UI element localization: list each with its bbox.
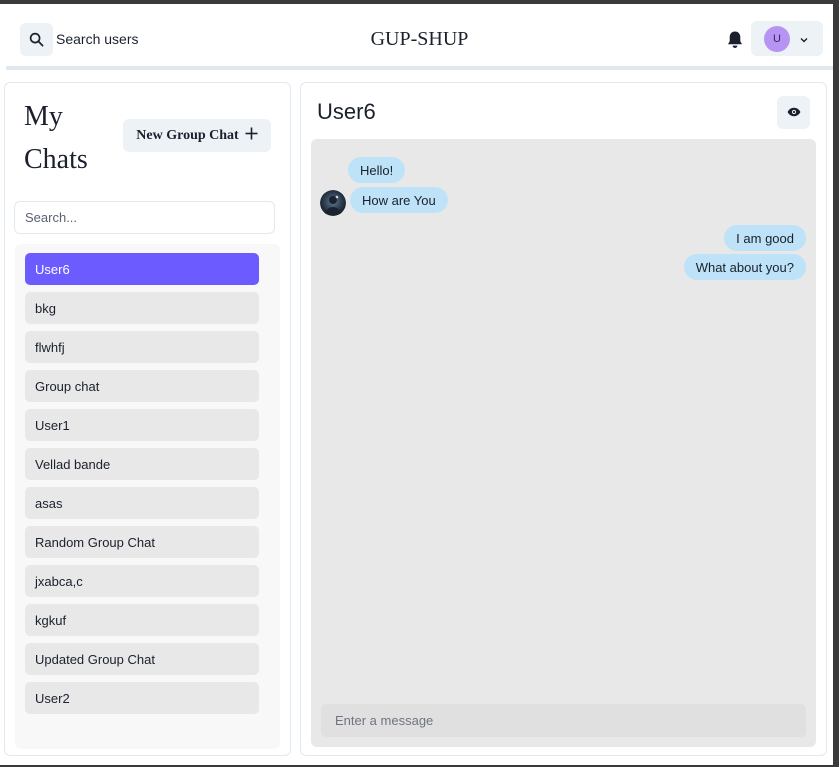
new-group-chat-button[interactable]: New Group Chat (123, 119, 271, 152)
chat-list-item-label: flwhfj (35, 339, 65, 355)
chat-list-item-label: User6 (35, 261, 70, 277)
chat-list-item-label: Random Group Chat (35, 534, 155, 550)
chat-list-item-label: asas (35, 495, 63, 511)
search-chats-input[interactable] (14, 201, 275, 234)
chat-list-item[interactable]: User1 (25, 409, 259, 441)
my-chats-panel: My Chats New Group Chat User6 bkg flwhfj… (4, 82, 291, 756)
view-profile-button[interactable] (777, 96, 810, 129)
chat-list-item[interactable]: Random Group Chat (25, 526, 259, 558)
my-chats-heading-line2: Chats (24, 144, 88, 175)
profile-menu-button[interactable]: U (751, 21, 823, 56)
bell-icon[interactable] (726, 30, 744, 50)
messages-area: Hello! How are You I am good What about … (311, 139, 816, 747)
chat-list-item[interactable]: bkg (25, 292, 259, 324)
eye-icon (787, 105, 801, 120)
chat-list: User6 bkg flwhfj Group chat User1 Vellad… (15, 244, 280, 749)
my-chats-heading: My Chats (24, 95, 114, 181)
chat-list-item[interactable]: Group chat (25, 370, 259, 402)
chat-list-item[interactable]: Vellad bande (25, 448, 259, 480)
chat-list-item-label: User2 (35, 690, 70, 706)
chat-list-item[interactable]: asas (25, 487, 259, 519)
my-chats-heading-line1: My (24, 101, 63, 132)
new-group-chat-label: New Group Chat (136, 127, 239, 143)
message-bubble: What about you? (683, 254, 806, 280)
message-bubble: I am good (724, 225, 806, 251)
plus-icon (245, 127, 258, 145)
message-bubble: How are You (350, 187, 448, 213)
chat-panel: User6 Hello! How are You I am good What … (300, 82, 827, 756)
app-title: GUP-SHUP (370, 28, 469, 50)
chat-list-item[interactable]: Updated Group Chat (25, 643, 259, 675)
chat-title: User6 (317, 99, 376, 124)
app-frame: Search users GUP-SHUP U My Chats New Gro… (0, 4, 833, 765)
chat-list-item[interactable]: User6 (25, 253, 259, 285)
top-header: Search users GUP-SHUP U (6, 6, 833, 70)
chat-list-item[interactable]: User2 (25, 682, 259, 714)
chat-list-item[interactable]: flwhfj (25, 331, 259, 363)
message-input[interactable] (321, 704, 806, 737)
chat-list-item[interactable]: jxabca,c (25, 565, 259, 597)
chat-list-item-label: Updated Group Chat (35, 651, 155, 667)
chat-list-item[interactable]: kgkuf (25, 604, 259, 636)
chat-list-item-label: Group chat (35, 378, 100, 394)
chat-list-item-label: Vellad bande (35, 456, 111, 472)
chat-list-item-label: jxabca,c (35, 573, 83, 589)
message-bubble: Hello! (348, 157, 406, 183)
chat-list-item-label: bkg (35, 300, 56, 316)
sender-avatar (320, 190, 346, 216)
chat-list-item-label: kgkuf (35, 612, 67, 628)
chevron-down-icon (800, 30, 808, 48)
chat-list-item-label: User1 (35, 417, 70, 433)
avatar: U (764, 25, 790, 52)
